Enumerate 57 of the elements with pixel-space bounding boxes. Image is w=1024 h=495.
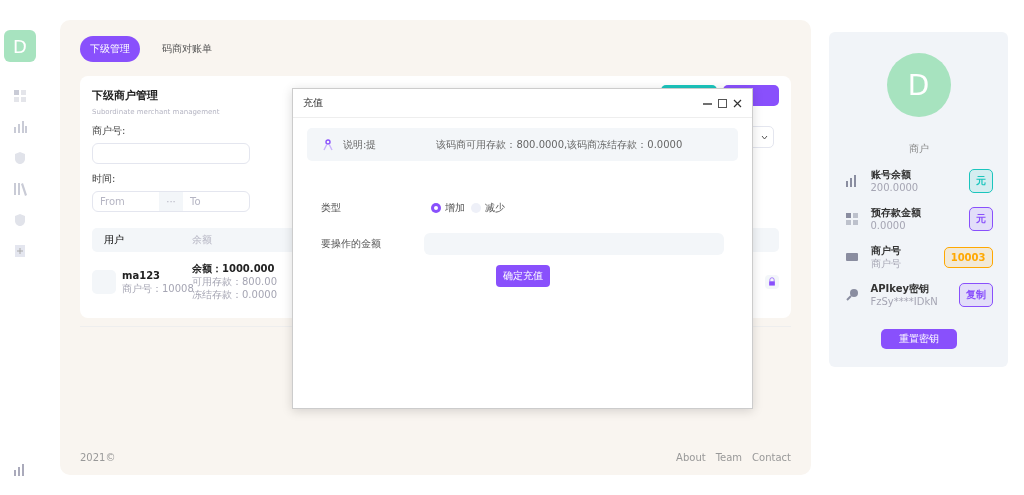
item-title: 预存款金额 xyxy=(870,207,921,219)
radio-button[interactable] xyxy=(431,203,441,213)
reset-key-button[interactable]: 重置密钥 xyxy=(880,329,957,349)
badge: 元 xyxy=(968,169,993,193)
bar-chart-icon xyxy=(844,174,859,188)
badge[interactable]: 复制 xyxy=(958,283,993,307)
card-icon xyxy=(844,250,859,264)
item-value: FzSy****IDkN xyxy=(870,296,938,308)
field-label: 要操作的金额 xyxy=(321,237,381,251)
merchant-number: 商户号：10008 xyxy=(122,282,192,294)
balance: 余额：1000.000 xyxy=(192,263,276,275)
field-label: 时间: xyxy=(92,172,116,186)
badge: 元 xyxy=(968,207,993,231)
maximize-icon[interactable] xyxy=(718,98,727,108)
item-title: 商户号 xyxy=(870,245,901,257)
notice-text: 该码商可用存款：800.0000,该码商冻结存款：0.0000 xyxy=(436,137,683,152)
item-value: 0.0000 xyxy=(870,220,907,232)
item-value: 200.0000 xyxy=(870,182,919,194)
file-plus-icon[interactable] xyxy=(13,244,27,258)
footer-link[interactable]: Contact xyxy=(752,452,791,463)
date-range-field[interactable]: From ··· To xyxy=(92,191,250,212)
frozen-deposit: 冻结存款：0.0000 xyxy=(192,289,277,301)
footer-link[interactable]: About xyxy=(676,452,706,463)
radio-label: 增加 xyxy=(445,201,465,215)
chart-icon[interactable] xyxy=(13,120,27,134)
item-value: 商户号 xyxy=(870,258,901,270)
column-header: 用户 xyxy=(104,233,125,247)
lock-icon[interactable] xyxy=(765,274,779,289)
tab[interactable]: 码商对账单 xyxy=(152,36,222,62)
grid-icon[interactable] xyxy=(13,89,27,103)
copyright: 2021© xyxy=(80,452,116,463)
radio-label: 减少 xyxy=(485,201,505,215)
badge: 10003 xyxy=(943,246,993,268)
bar-chart-icon[interactable] xyxy=(13,463,27,477)
chevron-icon xyxy=(761,134,768,140)
grid-icon xyxy=(844,212,859,226)
role: 商户 xyxy=(908,143,929,155)
item-title: 账号余额 xyxy=(870,169,912,181)
user-name: ma123 xyxy=(122,269,162,282)
merchant-field[interactable] xyxy=(92,143,250,164)
books-icon[interactable] xyxy=(13,182,27,196)
field-label: 类型 xyxy=(321,201,342,215)
submit-button[interactable]: 确定充值 xyxy=(495,265,550,287)
notice-text: 说明:提 xyxy=(343,137,377,152)
compass-icon xyxy=(323,138,333,151)
tab[interactable]: 下级管理 xyxy=(80,36,140,62)
available-deposit: 可用存款：800.00 xyxy=(192,276,277,287)
item-title: APIkey密钥 xyxy=(870,283,930,295)
avatar: D xyxy=(886,53,951,117)
footer-link[interactable]: Team xyxy=(715,452,743,463)
card-title: 下级商户管理 xyxy=(92,88,159,103)
user-shield-icon[interactable] xyxy=(13,213,27,227)
key-icon xyxy=(844,288,859,302)
dialog-title: 充值 xyxy=(303,96,323,110)
shield-icon[interactable] xyxy=(13,151,27,165)
field-label: 商户号: xyxy=(92,124,126,138)
close-icon[interactable] xyxy=(733,98,742,108)
